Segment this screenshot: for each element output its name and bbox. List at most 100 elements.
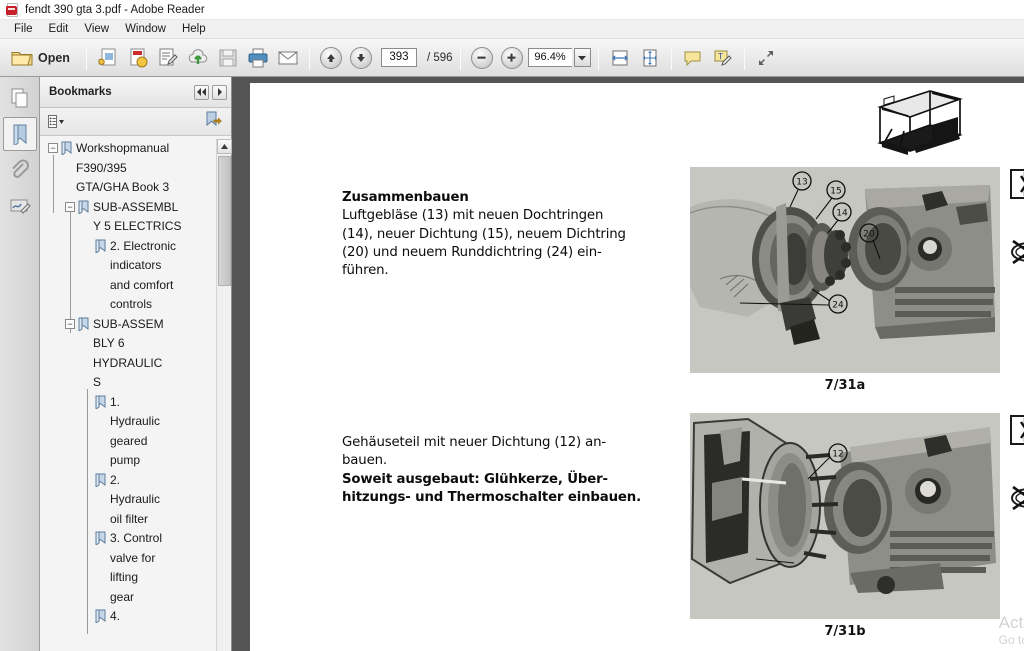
combine-files-icon	[130, 48, 148, 67]
attachments-button[interactable]	[3, 153, 37, 187]
page-thumbnails-icon	[11, 88, 27, 108]
section-1-body: Luftgebläse (13) mit neuen Dochtringen (…	[342, 208, 626, 279]
bookmark-label[interactable]: 2. Electronic indicators and comfort con…	[110, 237, 176, 315]
toolbar-separator	[597, 45, 599, 70]
bookmark-node-item-4[interactable]: 4.	[44, 607, 216, 627]
page-total-label: / 596	[426, 51, 453, 64]
tree-twisty-collapse[interactable]: −	[65, 201, 75, 212]
bookmark-node-control-valve-lifting-gear[interactable]: 3. Control valve for lifting gear	[44, 529, 216, 607]
menu-item-help[interactable]: Help	[174, 22, 214, 36]
next-page-button[interactable]	[347, 44, 375, 72]
windows-activation-watermark: Act Go to	[999, 613, 1024, 647]
bookmark-label[interactable]: SUB-ASSEMBL Y 5 ELECTRICS	[93, 198, 181, 237]
bookmark-node-hydraulic-geared-pump[interactable]: 1. Hydraulic geared pump	[44, 393, 216, 471]
tree-twisty-collapse[interactable]: −	[65, 318, 75, 329]
signatures-button[interactable]	[3, 189, 37, 223]
title-bar: fendt 390 gta 3.pdf - Adobe Reader	[0, 0, 1024, 20]
combine-files-button[interactable]	[124, 44, 152, 72]
bookmarks-panel-title: Bookmarks	[49, 86, 112, 98]
send-to-cloud-button[interactable]	[184, 44, 212, 72]
tree-twisty-none	[82, 611, 92, 621]
highlight-button[interactable]: T	[709, 44, 737, 72]
fullscreen-button[interactable]	[752, 44, 780, 72]
sticky-note-icon	[684, 51, 701, 66]
menu-bar: File Edit View Window Help	[0, 20, 1024, 39]
bookmark-label[interactable]: 1. Hydraulic geared pump	[110, 393, 160, 471]
bookmark-label[interactable]: 3. Control valve for lifting gear	[110, 529, 162, 607]
edit-pdf-button[interactable]	[154, 44, 182, 72]
arrow-up-icon	[319, 46, 342, 69]
fit-width-icon	[611, 50, 628, 65]
bookmark-item-icon	[95, 609, 106, 623]
attachments-paperclip-icon	[11, 159, 29, 178]
bookmark-node-sub-assembly-5-electrics[interactable]: − SUB-ASSEMBL Y 5 ELECTRICS	[44, 198, 216, 237]
bookmark-label[interactable]: Workshopmanual F390/395 GTA/GHA Book 3	[76, 139, 216, 198]
bookmark-node-electronic-indicators[interactable]: 2. Electronic indicators and comfort con…	[44, 237, 216, 315]
watermark-line-2: Go to	[998, 632, 1024, 647]
tree-twisty-collapse[interactable]: −	[48, 143, 58, 153]
bookmark-options-button[interactable]	[48, 114, 65, 129]
bookmark-node-hydraulic-oil-filter[interactable]: 2. Hydraulic oil filter	[44, 471, 216, 530]
bookmark-item-icon	[78, 200, 89, 214]
email-button[interactable]	[274, 44, 302, 72]
fit-width-button[interactable]	[606, 44, 634, 72]
bookmarks-icon	[13, 124, 26, 145]
chevron-down-icon	[578, 55, 587, 60]
bookmarks-panel-header: Bookmarks	[40, 77, 231, 108]
section-2-text: Gehäuseteil mit neuer Dichtung (12) an- …	[342, 416, 692, 525]
expand-panel-button[interactable]	[212, 84, 227, 100]
zoom-dropdown-button[interactable]	[573, 48, 591, 67]
menu-item-edit[interactable]: Edit	[41, 22, 77, 36]
expand-arrows-icon	[758, 50, 773, 65]
bookmarks-button[interactable]	[2, 117, 37, 151]
bookmark-label[interactable]: SUB-ASSEM BLY 6 HYDRAULIC S	[93, 315, 164, 393]
new-bookmark-button[interactable]	[205, 111, 223, 133]
document-view[interactable]: Zusammenbauen Luftgebläse (13) mit neuen …	[232, 77, 1024, 651]
svg-text:T: T	[717, 52, 723, 61]
print-button[interactable]	[244, 44, 272, 72]
figure-7-31b-caption: 7/31b	[824, 624, 866, 639]
bookmark-label[interactable]: 4.	[110, 607, 120, 627]
double-chevron-left-icon	[197, 88, 206, 96]
arrow-down-icon	[349, 46, 372, 69]
collapse-panel-button[interactable]	[194, 84, 209, 100]
zoom-in-button[interactable]	[498, 44, 526, 72]
fit-page-button[interactable]	[636, 44, 664, 72]
scroll-up-button[interactable]	[217, 139, 232, 154]
previous-page-button[interactable]	[317, 44, 345, 72]
tree-twisty-none	[82, 533, 92, 543]
zoom-level-input[interactable]: 96.4%	[527, 48, 572, 67]
zoom-out-button[interactable]	[468, 44, 496, 72]
page-number-input[interactable]: 393	[380, 48, 417, 67]
create-pdf-icon	[98, 48, 116, 65]
press-together-arrows-symbol	[1010, 169, 1024, 199]
tree-twisty-none	[82, 241, 92, 251]
section-1-symbols	[1010, 169, 1024, 267]
navigation-rail	[0, 77, 40, 651]
svg-text:14: 14	[836, 209, 848, 219]
svg-text:24: 24	[832, 301, 844, 311]
comment-button[interactable]	[679, 44, 707, 72]
save-file-button[interactable]	[214, 44, 242, 72]
scrollbar-thumb[interactable]	[218, 156, 231, 286]
bookmarks-tree-container: − Workshopmanual F390/395 GTA/GHA Book 3…	[40, 136, 232, 651]
toolbar-separator	[743, 45, 745, 70]
bookmark-item-icon	[78, 317, 89, 331]
create-pdf-button[interactable]	[94, 44, 122, 72]
menu-item-file[interactable]: File	[6, 22, 41, 36]
watermark-line-1: Act	[998, 612, 1024, 632]
section-2-line-1: Gehäuseteil mit neuer Dichtung (12) an- …	[342, 435, 607, 469]
fit-page-icon	[642, 49, 657, 66]
menu-item-window[interactable]: Window	[117, 22, 174, 36]
page-thumbnails-button[interactable]	[3, 81, 37, 115]
bookmark-item-icon	[95, 239, 106, 253]
open-button[interactable]: Open	[6, 44, 79, 72]
bookmark-label[interactable]: 2. Hydraulic oil filter	[110, 471, 160, 530]
menu-item-view[interactable]: View	[76, 22, 117, 36]
press-together-arrows-symbol	[1010, 415, 1024, 445]
bookmark-node-sub-assembly-6-hydraulics[interactable]: − SUB-ASSEM BLY 6 HYDRAULIC S	[44, 315, 216, 393]
bookmark-node-workshopmanual[interactable]: − Workshopmanual F390/395 GTA/GHA Book 3	[44, 139, 216, 198]
svg-text:13: 13	[796, 178, 807, 188]
bookmarks-scrollbar[interactable]	[216, 139, 232, 651]
plus-circle-icon	[500, 46, 523, 69]
